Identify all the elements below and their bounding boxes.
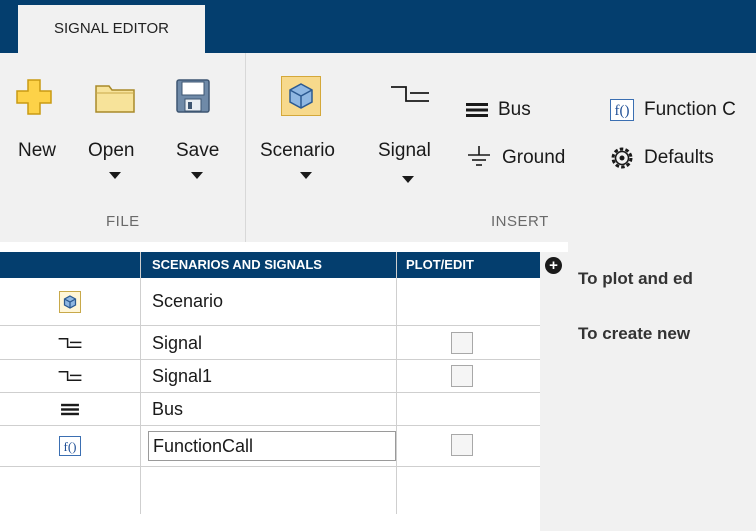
scenario-label: Scenario bbox=[260, 140, 335, 161]
row-name: Scenario bbox=[152, 291, 224, 311]
info-panel: To plot and ed To create new bbox=[568, 242, 756, 531]
ground-icon bbox=[468, 146, 490, 166]
ground-label: Ground bbox=[502, 147, 566, 168]
open-button[interactable]: Open bbox=[88, 73, 152, 193]
defaults-button[interactable]: Defaults bbox=[610, 144, 714, 172]
signal-icon bbox=[0, 326, 140, 359]
add-icon[interactable]: + bbox=[545, 257, 562, 274]
table-row[interactable]: Signal1 bbox=[0, 360, 540, 393]
save-dropdown-caret[interactable] bbox=[191, 172, 203, 179]
add-column-strip bbox=[540, 252, 568, 531]
grid-divider bbox=[140, 252, 141, 514]
function-call-icon: f() bbox=[0, 426, 140, 466]
col-header-plot-edit[interactable]: PLOT/EDIT bbox=[406, 252, 474, 278]
row-name: Bus bbox=[152, 399, 184, 419]
signal-dropdown-caret[interactable] bbox=[402, 176, 414, 183]
gear-icon bbox=[611, 147, 633, 169]
function-call-icon: f() bbox=[610, 99, 634, 121]
scenario-button[interactable]: Scenario bbox=[258, 73, 358, 193]
info-line-create: To create new bbox=[578, 324, 691, 343]
folder-icon bbox=[95, 85, 135, 113]
row-name: Signal1 bbox=[152, 366, 213, 386]
new-button[interactable]: New bbox=[8, 73, 72, 193]
row-name: Signal bbox=[152, 333, 203, 353]
tab-bar: SIGNAL EDITOR bbox=[0, 0, 756, 53]
plot-edit-checkbox[interactable] bbox=[451, 365, 473, 387]
tab-signal-editor[interactable]: SIGNAL EDITOR bbox=[18, 5, 205, 53]
defaults-label: Defaults bbox=[644, 147, 714, 168]
row-name: FunctionCall bbox=[153, 436, 254, 456]
signal-button[interactable]: Signal bbox=[372, 73, 452, 203]
plot-edit-checkbox[interactable] bbox=[451, 434, 473, 456]
info-line-plot: To plot and ed bbox=[578, 269, 693, 288]
table-row[interactable]: Signal bbox=[0, 326, 540, 360]
function-call-button[interactable]: f() Function C bbox=[610, 96, 736, 124]
new-plus-icon bbox=[16, 79, 52, 115]
bus-icon bbox=[0, 393, 140, 425]
plot-edit-checkbox[interactable] bbox=[451, 332, 473, 354]
table-row[interactable]: Bus bbox=[0, 393, 540, 426]
toolstrip: New Open Save FILE Scenario Signal Bus G… bbox=[0, 53, 756, 242]
new-label: New bbox=[18, 140, 57, 161]
save-button[interactable]: Save bbox=[168, 73, 232, 193]
bus-icon bbox=[466, 103, 488, 117]
scenario-icon bbox=[0, 278, 140, 325]
table-header: SCENARIOS AND SIGNALS PLOT/EDIT bbox=[0, 252, 540, 278]
section-divider bbox=[245, 53, 246, 242]
save-icon bbox=[176, 79, 210, 113]
signal-label: Signal bbox=[378, 140, 431, 161]
signal-icon bbox=[0, 360, 140, 392]
scenario-cube-icon bbox=[289, 83, 313, 109]
signal-icon bbox=[391, 86, 429, 102]
file-section-label: FILE bbox=[106, 213, 140, 230]
table-row[interactable]: f() FunctionCall bbox=[0, 426, 540, 467]
save-label: Save bbox=[176, 140, 220, 161]
col-header-scenarios-signals[interactable]: SCENARIOS AND SIGNALS bbox=[152, 252, 322, 278]
open-label: Open bbox=[88, 140, 135, 161]
open-dropdown-caret[interactable] bbox=[109, 172, 121, 179]
bus-button[interactable]: Bus bbox=[466, 96, 531, 124]
insert-section-label: INSERT bbox=[491, 213, 549, 230]
table-row[interactable]: Scenario bbox=[0, 278, 540, 326]
ground-button[interactable]: Ground bbox=[466, 144, 565, 172]
bus-label: Bus bbox=[498, 99, 531, 120]
grid-divider bbox=[396, 252, 397, 514]
scenario-dropdown-caret[interactable] bbox=[300, 172, 312, 179]
row-name-edit-field[interactable]: FunctionCall bbox=[148, 431, 396, 461]
function-call-label: Function C bbox=[644, 99, 736, 120]
